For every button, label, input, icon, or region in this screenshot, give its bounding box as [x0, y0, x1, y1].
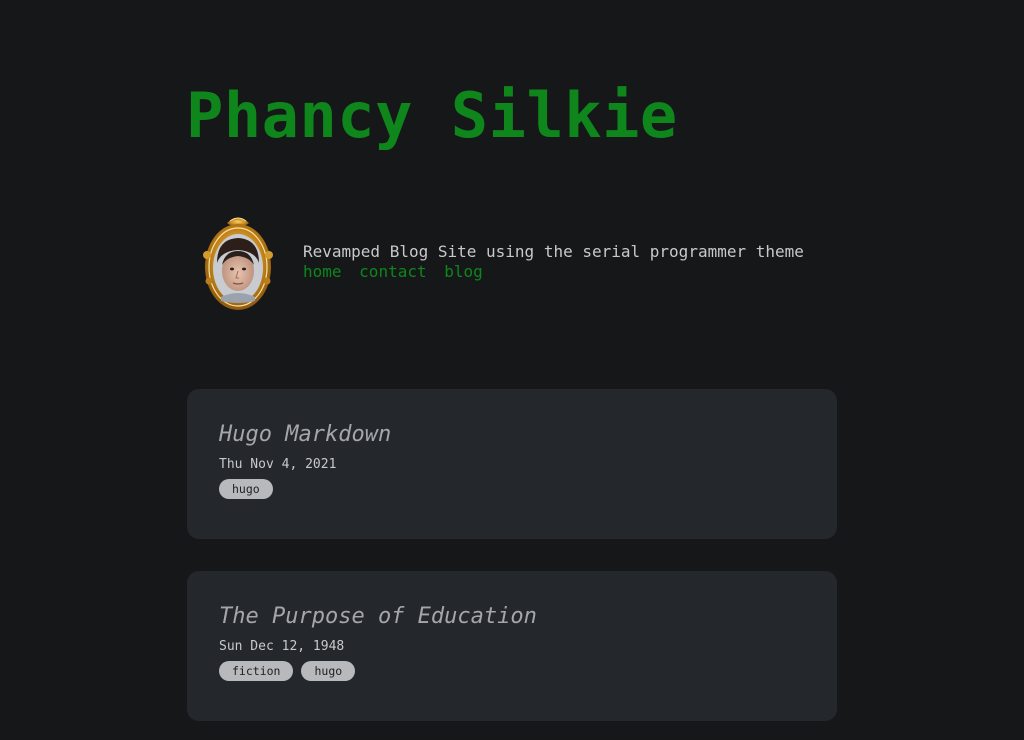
post-card[interactable]: The Purpose of Education Sun Dec 12, 194…: [187, 571, 837, 721]
page: Phancy Silkie Revamped Blog Site using t…: [0, 0, 1024, 740]
site-title[interactable]: Phancy Silkie: [186, 78, 678, 154]
tag-hugo[interactable]: hugo: [219, 479, 273, 499]
post-tags: hugo: [219, 479, 805, 499]
post-date: Sun Dec 12, 1948: [219, 639, 345, 654]
framed-portrait-icon: [203, 217, 273, 310]
post-card[interactable]: Hugo Markdown Thu Nov 4, 2021 hugo: [187, 389, 837, 539]
nav-link-blog[interactable]: blog: [444, 262, 483, 281]
post-date: Thu Nov 4, 2021: [219, 457, 337, 472]
post-tags: fiction hugo: [219, 661, 805, 681]
post-title[interactable]: The Purpose of Education: [219, 603, 805, 631]
nav-link-home[interactable]: home: [303, 262, 342, 281]
post-title[interactable]: Hugo Markdown: [219, 421, 805, 449]
nav-link-contact[interactable]: contact: [359, 262, 426, 281]
main-nav: home contact blog: [303, 262, 483, 281]
tag-fiction[interactable]: fiction: [219, 661, 294, 681]
avatar: [203, 215, 273, 313]
tag-hugo[interactable]: hugo: [301, 661, 356, 681]
site-tagline: Revamped Blog Site using the serial prog…: [303, 242, 804, 261]
